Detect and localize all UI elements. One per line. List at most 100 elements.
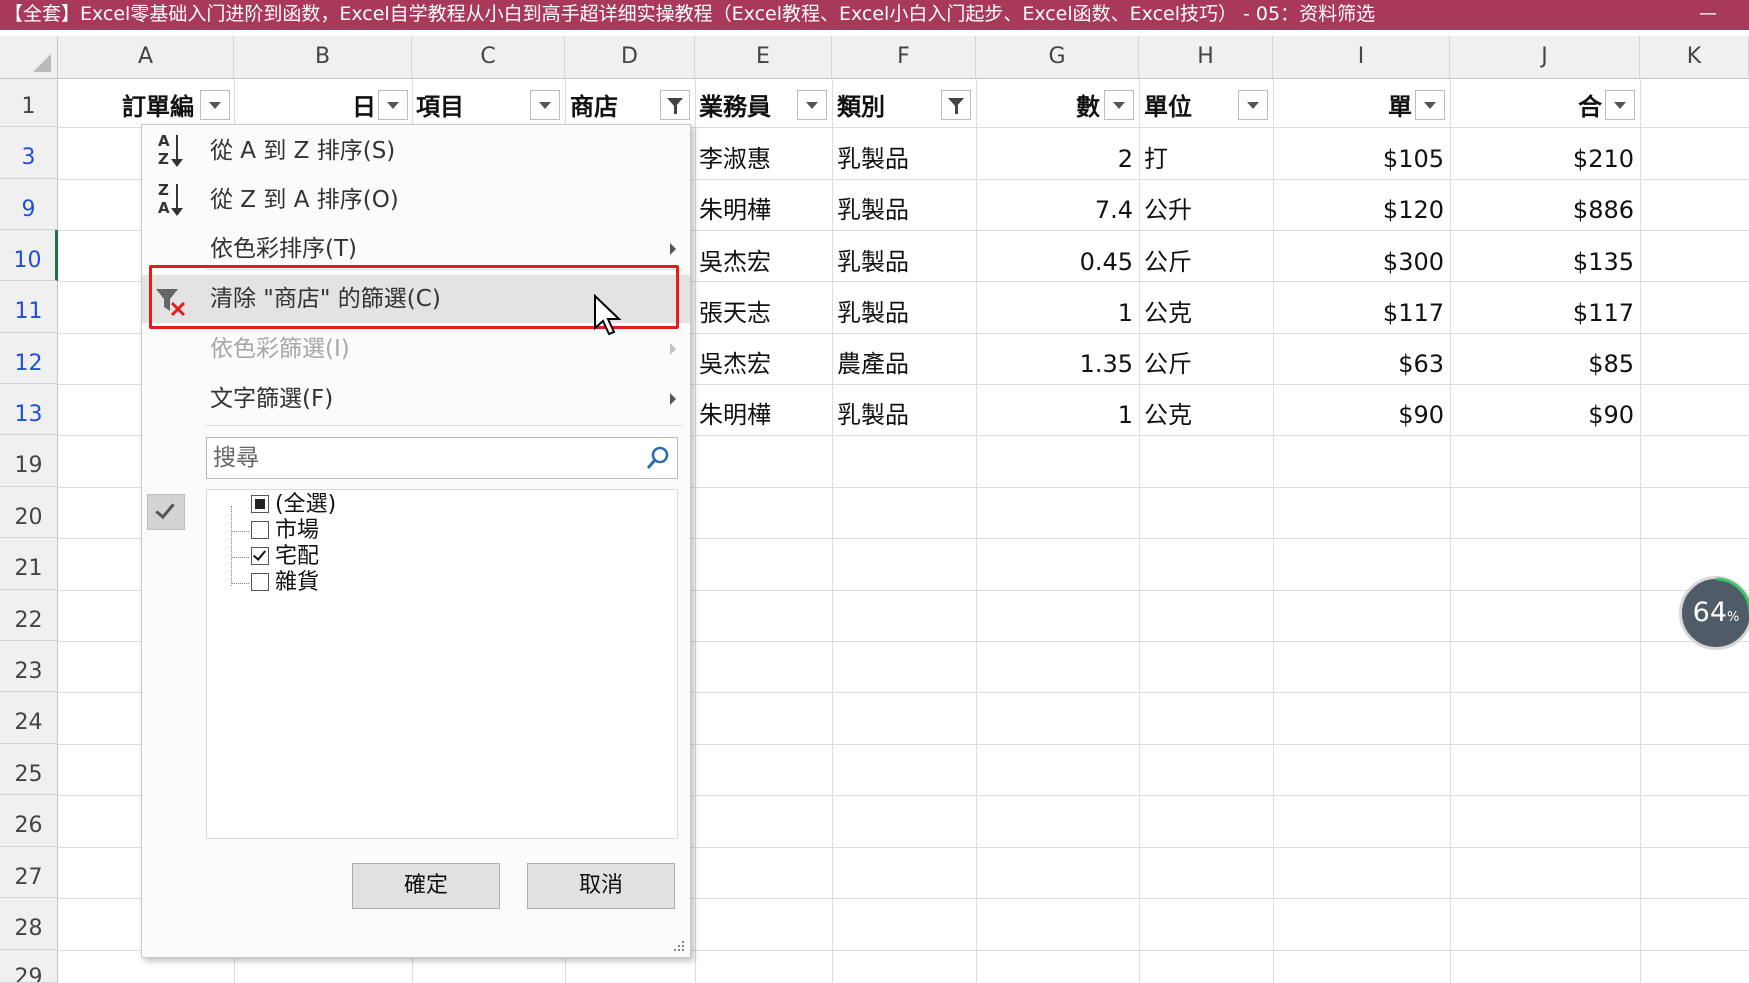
col-header-b[interactable]: B	[234, 36, 412, 79]
cell-e11[interactable]: 張天志	[699, 288, 771, 338]
cell-i12[interactable]: $63	[1273, 339, 1444, 389]
cell-f9[interactable]: 乳製品	[837, 185, 909, 235]
cell-f3[interactable]: 乳製品	[837, 134, 909, 184]
cell-j13[interactable]: $90	[1450, 390, 1634, 440]
cell-f11[interactable]: 乳製品	[837, 288, 909, 338]
filter-dropdown-h[interactable]	[1238, 90, 1268, 120]
cell-j3[interactable]: $210	[1450, 134, 1634, 184]
cancel-button[interactable]: 取消	[527, 863, 675, 909]
cell-h11[interactable]: 公克	[1144, 288, 1192, 338]
row-header-10[interactable]: 10	[0, 230, 58, 281]
cell-h9[interactable]: 公升	[1144, 185, 1192, 235]
col-header-c[interactable]: C	[412, 36, 565, 79]
col-header-i[interactable]: I	[1273, 36, 1450, 79]
performance-badge[interactable]: 64%	[1679, 576, 1749, 650]
row-header-23[interactable]: 23	[0, 641, 58, 692]
cell-j10[interactable]: $135	[1450, 237, 1634, 287]
cell-e9[interactable]: 朱明樺	[699, 185, 771, 235]
cell-j11[interactable]: $117	[1450, 288, 1634, 338]
row-header-21[interactable]: 21	[0, 538, 58, 590]
cell-e3[interactable]: 李淑惠	[699, 134, 771, 184]
cell-j9[interactable]: $886	[1450, 185, 1634, 235]
menu-item-sort-asc[interactable]: A Z 從 A 到 Z 排序(S)	[142, 127, 690, 175]
row-header-22[interactable]: 22	[0, 590, 58, 641]
header-cell-total[interactable]: 合	[1578, 82, 1602, 132]
select-all-corner[interactable]	[0, 36, 58, 79]
filter-active-dropdown-d[interactable]	[660, 90, 690, 120]
cell-h13[interactable]: 公克	[1144, 390, 1192, 440]
row-header-28[interactable]: 28	[0, 898, 58, 950]
row-header-20[interactable]: 20	[0, 487, 58, 538]
tree-line	[231, 506, 233, 586]
row-header-9[interactable]: 9	[0, 179, 58, 230]
header-cell-category[interactable]: 類別	[837, 82, 885, 132]
row-header-24[interactable]: 24	[0, 692, 58, 744]
header-cell-unit[interactable]: 單位	[1144, 82, 1192, 132]
filter-dropdown-c[interactable]	[530, 90, 560, 120]
cell-j12[interactable]: $85	[1450, 339, 1634, 389]
cell-e12[interactable]: 吳杰宏	[699, 339, 771, 389]
cell-i9[interactable]: $120	[1273, 185, 1444, 235]
cell-i11[interactable]: $117	[1273, 288, 1444, 338]
cell-e10[interactable]: 吳杰宏	[699, 237, 771, 287]
cell-f10[interactable]: 乳製品	[837, 237, 909, 287]
filter-search-input[interactable]: 搜尋	[206, 437, 678, 479]
filter-dropdown-i[interactable]	[1415, 90, 1445, 120]
cell-g13[interactable]: 1	[976, 390, 1133, 440]
resize-grip-icon[interactable]	[674, 941, 686, 953]
filter-applied-check-icon	[147, 494, 185, 530]
col-header-k[interactable]: K	[1640, 36, 1749, 79]
col-header-e[interactable]: E	[695, 36, 832, 79]
menu-item-text-filters[interactable]: 文字篩選(F)	[142, 375, 690, 423]
row-header-13[interactable]: 13	[0, 384, 58, 435]
filter-dropdown-a[interactable]	[200, 90, 230, 120]
cell-i13[interactable]: $90	[1273, 390, 1444, 440]
cell-i10[interactable]: $300	[1273, 237, 1444, 287]
cell-e13[interactable]: 朱明樺	[699, 390, 771, 440]
row-header-19[interactable]: 19	[0, 435, 58, 487]
cell-f12[interactable]: 農產品	[837, 339, 909, 389]
cell-g12[interactable]: 1.35	[976, 339, 1133, 389]
filter-dropdown-g[interactable]	[1104, 90, 1134, 120]
row-header-27[interactable]: 27	[0, 847, 58, 898]
menu-item-sort-desc[interactable]: Z A 從 Z 到 A 排序(O)	[142, 176, 690, 224]
col-header-d[interactable]: D	[565, 36, 695, 79]
row-header-12[interactable]: 12	[0, 333, 58, 384]
minimize-button[interactable]: —	[1699, 0, 1717, 28]
row-header-1[interactable]: 1	[0, 79, 58, 127]
col-header-f[interactable]: F	[832, 36, 976, 79]
checkbox-checked[interactable]	[251, 547, 269, 565]
filter-dropdown-e[interactable]	[797, 90, 827, 120]
ok-button[interactable]: 確定	[352, 863, 500, 909]
col-header-g[interactable]: G	[976, 36, 1139, 79]
search-icon	[646, 446, 669, 469]
row-header-3[interactable]: 3	[0, 127, 58, 179]
cell-g11[interactable]: 1	[976, 288, 1133, 338]
col-header-j[interactable]: J	[1450, 36, 1640, 79]
row-header-29[interactable]: 29	[0, 950, 58, 983]
header-cell-unit-price[interactable]: 單	[1388, 82, 1412, 132]
header-cell-quantity[interactable]: 數	[1076, 82, 1100, 132]
checkbox-partial[interactable]	[251, 495, 269, 513]
cell-h10[interactable]: 公斤	[1144, 237, 1192, 287]
row-header-25[interactable]: 25	[0, 744, 58, 795]
cell-g10[interactable]: 0.45	[976, 237, 1133, 287]
cell-g3[interactable]: 2	[976, 134, 1133, 184]
checkbox-unchecked[interactable]	[251, 521, 269, 539]
cell-h12[interactable]: 公斤	[1144, 339, 1192, 389]
cell-i3[interactable]: $105	[1273, 134, 1444, 184]
menu-separator	[206, 425, 682, 426]
filter-active-dropdown-f[interactable]	[941, 90, 971, 120]
col-header-a[interactable]: A	[58, 36, 234, 79]
header-cell-salesperson[interactable]: 業務員	[699, 82, 771, 132]
cell-g9[interactable]: 7.4	[976, 185, 1133, 235]
col-header-h[interactable]: H	[1139, 36, 1273, 79]
checkbox-unchecked[interactable]	[251, 573, 269, 591]
row-header-11[interactable]: 11	[0, 281, 58, 333]
filter-dropdown-b[interactable]	[378, 90, 408, 120]
filter-dropdown-j[interactable]	[1605, 90, 1635, 120]
cell-h3[interactable]: 打	[1144, 134, 1168, 184]
submenu-arrow-icon	[670, 243, 676, 255]
cell-f13[interactable]: 乳製品	[837, 390, 909, 440]
row-header-26[interactable]: 26	[0, 795, 58, 847]
